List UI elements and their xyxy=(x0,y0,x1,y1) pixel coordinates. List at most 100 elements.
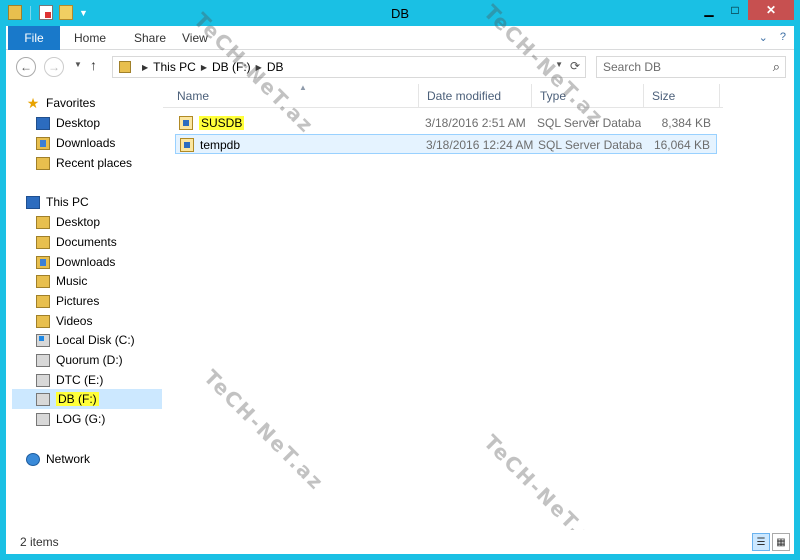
drive-icon xyxy=(36,373,50,387)
column-label: Type xyxy=(540,89,567,103)
tab-view[interactable]: View xyxy=(182,31,208,45)
database-file-icon xyxy=(179,116,193,130)
nav-label: Videos xyxy=(56,314,93,328)
status-bar: 2 items ☰ ▦ xyxy=(6,530,794,554)
nav-label: DB (F:) xyxy=(56,392,99,406)
column-header-date[interactable]: Date modified xyxy=(419,84,532,108)
chevron-right-icon[interactable]: ▶ xyxy=(142,63,148,72)
large-icons-view-icon[interactable]: ▦ xyxy=(772,533,790,551)
nav-pictures[interactable]: Pictures xyxy=(36,292,99,310)
forward-button[interactable]: → xyxy=(44,57,64,77)
file-type: SQL Server Databa... xyxy=(537,116,641,130)
navigation-pane: ★ Favorites Desktop Downloads Recent pla… xyxy=(6,84,162,529)
videos-icon xyxy=(36,314,50,328)
explorer-window: ▼ DB ▁ □ ✕ File Home Share View ⌄ ? ← → … xyxy=(0,0,800,560)
folder-icon xyxy=(36,215,50,229)
nav-label: Pictures xyxy=(56,294,100,308)
documents-icon xyxy=(36,235,50,249)
nav-favorites-recent[interactable]: Recent places xyxy=(36,154,132,172)
window-controls: ▁ □ ✕ xyxy=(696,0,794,20)
downloads-icon xyxy=(36,136,50,150)
item-count: 2 items xyxy=(20,535,59,549)
help-icon[interactable]: ? xyxy=(780,31,786,44)
file-date: 3/18/2016 12:24 AM xyxy=(426,138,534,152)
nav-label: DTC (E:) xyxy=(56,373,104,387)
nav-drive-g[interactable]: LOG (G:) xyxy=(36,410,105,428)
downloads-icon xyxy=(36,255,50,269)
column-label: Size xyxy=(652,89,676,103)
up-button[interactable]: ↑ xyxy=(90,57,97,73)
chevron-right-icon[interactable]: ▶ xyxy=(256,63,262,72)
breadcrumb-this-pc[interactable]: This PC xyxy=(153,60,196,74)
breadcrumb-db-folder[interactable]: DB xyxy=(267,60,284,74)
drive-icon xyxy=(36,412,50,426)
nav-network[interactable]: Network xyxy=(26,450,90,468)
maximize-button[interactable]: □ xyxy=(722,0,748,20)
music-icon xyxy=(36,274,50,288)
tab-home[interactable]: Home xyxy=(74,31,106,45)
search-input[interactable]: Search DB ⌕ xyxy=(596,56,786,78)
drive-icon xyxy=(36,392,50,406)
address-bar[interactable]: ▶ This PC ▶ DB (F:) ▶ DB ▼ ⟳ xyxy=(112,56,586,78)
column-header-type[interactable]: Type xyxy=(532,84,644,108)
recent-places-icon xyxy=(36,156,50,170)
file-name: SUSDB xyxy=(199,116,245,130)
nav-label: Favorites xyxy=(46,96,96,110)
nav-label: Network xyxy=(46,452,91,466)
nav-label: Local Disk (C:) xyxy=(56,333,135,347)
details-view-icon[interactable]: ☰ xyxy=(752,533,770,551)
nav-drive-e[interactable]: DTC (E:) xyxy=(36,371,103,389)
recent-locations-dropdown-icon[interactable]: ▼ xyxy=(74,60,82,69)
nav-label: Downloads xyxy=(56,255,116,269)
nav-label: LOG (G:) xyxy=(56,412,106,426)
view-switcher: ☰ ▦ xyxy=(752,533,790,551)
back-button[interactable]: ← xyxy=(16,57,36,77)
database-file-icon xyxy=(180,138,194,152)
nav-desktop[interactable]: Desktop xyxy=(36,213,100,231)
nav-favorites-downloads[interactable]: Downloads xyxy=(36,134,115,152)
column-header-name[interactable]: ▲ Name xyxy=(169,83,419,108)
title-bar[interactable]: ▼ DB ▁ □ ✕ xyxy=(6,0,794,26)
header-divider xyxy=(163,107,723,108)
address-dropdown-icon[interactable]: ▼ xyxy=(555,60,563,69)
nav-videos[interactable]: Videos xyxy=(36,312,92,330)
search-icon[interactable]: ⌕ xyxy=(773,59,780,75)
file-name-cell: SUSDB xyxy=(179,116,245,130)
file-type: SQL Server Databa... xyxy=(538,138,642,152)
nav-documents[interactable]: Documents xyxy=(36,233,117,251)
nav-downloads[interactable]: Downloads xyxy=(36,253,115,271)
nav-label: Music xyxy=(56,274,88,288)
column-header-size[interactable]: Size xyxy=(644,84,720,108)
nav-label: Recent places xyxy=(56,156,133,170)
file-list: ▲ Name Date modified Type Size SUSDB 3/1… xyxy=(163,83,794,529)
minimize-button[interactable]: ▁ xyxy=(696,0,722,20)
nav-favorites[interactable]: ★ Favorites xyxy=(26,94,96,112)
nav-drive-f[interactable]: DB (F:) xyxy=(36,390,99,408)
file-size: 8,384 KB xyxy=(661,116,711,130)
table-row[interactable]: SUSDB 3/18/2016 2:51 AM SQL Server Datab… xyxy=(175,113,717,133)
file-date: 3/18/2016 2:51 AM xyxy=(425,116,526,130)
computer-icon xyxy=(26,195,40,209)
refresh-icon[interactable]: ⟳ xyxy=(570,59,580,73)
nav-music[interactable]: Music xyxy=(36,272,87,290)
ribbon-tabs: File Home Share View ⌄ ? xyxy=(6,26,794,50)
nav-this-pc[interactable]: This PC xyxy=(26,193,89,211)
expand-ribbon-icon[interactable]: ⌄ xyxy=(759,31,768,44)
nav-label: Quorum (D:) xyxy=(56,353,123,367)
close-button[interactable]: ✕ xyxy=(748,0,794,20)
file-size: 16,064 KB xyxy=(653,138,710,152)
ribbon-controls: ⌄ ? xyxy=(759,31,786,44)
tab-file[interactable]: File xyxy=(8,26,60,50)
table-row[interactable]: tempdb 3/18/2016 12:24 AM SQL Server Dat… xyxy=(175,134,717,154)
chevron-right-icon[interactable]: ▶ xyxy=(201,63,207,72)
file-name-cell: tempdb xyxy=(180,138,240,152)
nav-drive-c[interactable]: Local Disk (C:) xyxy=(36,331,135,349)
drive-icon xyxy=(36,353,50,367)
address-row: ← → ▼ ↑ ▶ This PC ▶ DB (F:) ▶ DB ▼ ⟳ Sea… xyxy=(6,51,794,83)
folder-icon xyxy=(119,61,131,73)
nav-drive-d[interactable]: Quorum (D:) xyxy=(36,351,123,369)
window-title: DB xyxy=(390,6,410,21)
breadcrumb-db-drive[interactable]: DB (F:) xyxy=(212,60,251,74)
tab-share[interactable]: Share xyxy=(134,31,166,45)
nav-favorites-desktop[interactable]: Desktop xyxy=(36,114,100,132)
